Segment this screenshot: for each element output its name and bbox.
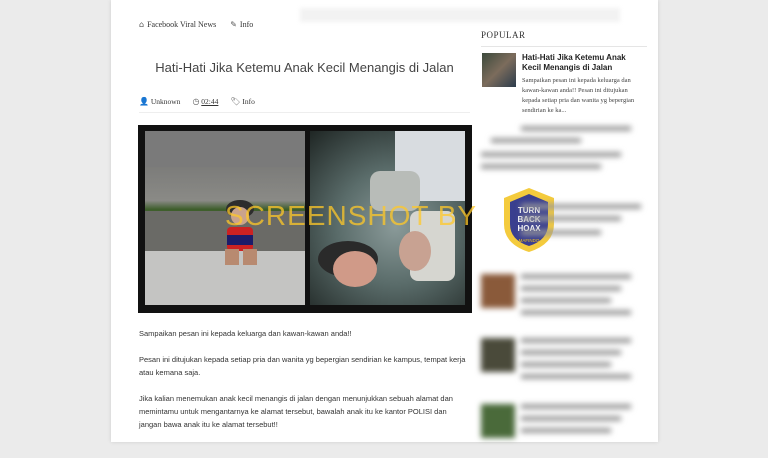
- blurred-header: [300, 8, 620, 22]
- home-icon: ⌂: [139, 20, 145, 29]
- user-icon: 👤: [139, 97, 149, 106]
- nav-label-text[interactable]: Info: [240, 20, 253, 29]
- blurred-popular-item: [481, 398, 647, 458]
- post-paragraph-2: Pesan ini ditujukan kepada setiap pria d…: [139, 355, 466, 377]
- post-paragraph-1: Sampaikan pesan ini kepada keluarga dan …: [139, 329, 352, 338]
- sidebar-heading: POPULAR: [481, 30, 526, 40]
- edit-icon: ✎: [230, 20, 237, 29]
- popular-post-title[interactable]: Hati-Hati Jika Ketemu Anak Kecil Menangi…: [522, 53, 647, 73]
- blurred-popular-item: [481, 268, 647, 328]
- time-link[interactable]: 02:44: [201, 97, 218, 106]
- sidebar-divider: [481, 46, 647, 47]
- tag-icon: 🏷: [230, 97, 241, 106]
- post-author[interactable]: 👤 Unknown: [139, 97, 180, 106]
- watermark-text: SCREENSHOT BY: [225, 200, 478, 231]
- post-meta: 👤 Unknown ◷ 02:44 🏷 Info: [139, 97, 255, 106]
- top-nav: ⌂ Facebook Viral News ✎ Info: [139, 20, 253, 29]
- post-label[interactable]: 🏷 Info: [230, 97, 255, 106]
- blurred-popular-item: [481, 118, 647, 178]
- nav-category[interactable]: ⌂ Facebook Viral News: [139, 20, 216, 29]
- nav-category-label[interactable]: Facebook Viral News: [147, 20, 216, 29]
- blurred-popular-item: [481, 200, 647, 260]
- blurred-popular-item: [481, 332, 647, 392]
- divider: [139, 112, 470, 113]
- clock-icon: ◷: [192, 97, 200, 106]
- nav-label[interactable]: ✎ Info: [230, 20, 253, 29]
- post-title: Hati-Hati Jika Ketemu Anak Kecil Menangi…: [155, 60, 454, 75]
- post-paragraph-3: Jika kalian menemukan anak kecil menangi…: [139, 394, 453, 429]
- label-link[interactable]: Info: [242, 97, 255, 106]
- popular-thumbnail[interactable]: [482, 53, 516, 87]
- author-name[interactable]: Unknown: [151, 97, 181, 106]
- post-time[interactable]: ◷ 02:44: [192, 97, 218, 106]
- popular-post-excerpt: Sampaikan pesan ini kepada keluarga dan …: [522, 77, 635, 114]
